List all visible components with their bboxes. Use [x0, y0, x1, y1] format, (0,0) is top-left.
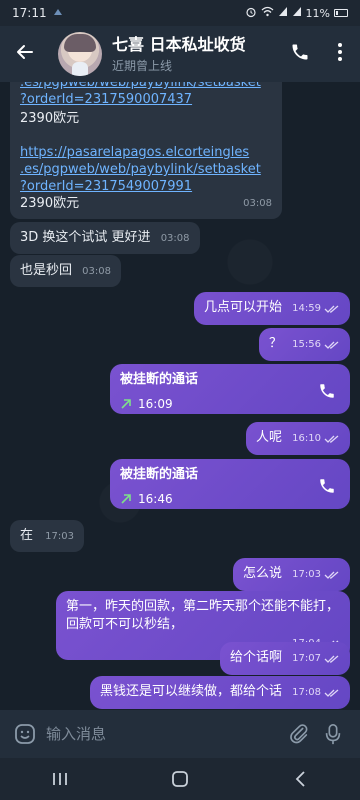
- message-time: 16:10: [292, 433, 321, 444]
- message-text: 也是秒回: [20, 263, 73, 278]
- battery-level: 11%: [305, 6, 330, 20]
- emoji-button[interactable]: [10, 719, 40, 749]
- alarm-icon: [245, 6, 257, 21]
- signal-icon: [292, 6, 302, 20]
- message-outgoing[interactable]: 怎么说 17:03: [233, 558, 350, 591]
- message-meta: 17:08: [292, 684, 340, 702]
- payment-link[interactable]: https://pasarelapagos.elcorteingles .es/…: [20, 144, 272, 195]
- chat-status: 近期曾上线: [112, 58, 173, 73]
- message-meta: 17:03: [292, 566, 340, 584]
- home-icon: [172, 771, 188, 787]
- chat-title: 七喜 日本私址收货: [112, 34, 246, 54]
- message-incoming[interactable]: .es/pgpweb/web/paybylink/setbasket ?orde…: [10, 82, 282, 219]
- message-time: 03:08: [243, 198, 272, 209]
- more-vertical-icon: [337, 42, 343, 66]
- signal-icon: [278, 6, 288, 20]
- message-text: 怎么说: [243, 566, 283, 581]
- message-input-bar: [0, 710, 360, 758]
- double-check-icon: [324, 571, 339, 579]
- back-button[interactable]: [0, 26, 50, 82]
- message-text: 给个话啊: [230, 650, 283, 665]
- payment-link[interactable]: .es/pgpweb/web/paybylink/setbasket ?orde…: [20, 82, 272, 108]
- nav-back-icon: [295, 771, 305, 787]
- call-button[interactable]: [280, 26, 320, 82]
- message-incoming[interactable]: 在 17:03: [10, 520, 84, 552]
- double-check-icon: [324, 305, 339, 313]
- message-time: 17:03: [45, 531, 74, 542]
- message-incoming[interactable]: 3D 换这个试试 更好进 03:08: [10, 222, 200, 254]
- voice-button[interactable]: [316, 717, 350, 751]
- microphone-icon: [325, 724, 341, 745]
- message-text: 在: [20, 528, 34, 543]
- message-time: 17:03: [292, 569, 321, 580]
- double-check-icon: [324, 341, 339, 349]
- home-button[interactable]: [150, 758, 210, 800]
- avatar[interactable]: [58, 32, 102, 76]
- message-meta: 15:56: [292, 336, 340, 354]
- attach-button[interactable]: [282, 717, 316, 751]
- chat-messages[interactable]: .es/pgpweb/web/paybylink/setbasket ?orde…: [0, 82, 360, 710]
- call-info: 16:09: [120, 395, 340, 413]
- call-title: 被挂断的通话: [120, 467, 199, 482]
- paperclip-icon: [290, 724, 308, 744]
- message-time: 14:59: [292, 303, 321, 314]
- outgoing-arrow-icon: [121, 399, 131, 409]
- phone-icon: [320, 479, 334, 493]
- message-outgoing[interactable]: 几点可以开始 14:59: [194, 292, 350, 325]
- phone-icon: [290, 42, 310, 66]
- message-input[interactable]: [40, 714, 282, 754]
- message-text: 2390欧元: [20, 111, 80, 126]
- nav-back-button[interactable]: [270, 758, 330, 800]
- phone-icon: [320, 384, 334, 398]
- call-info: 16:46: [120, 490, 340, 508]
- call-time: 16:09: [138, 397, 173, 411]
- double-check-icon: [324, 689, 339, 697]
- chat-title-area[interactable]: 七喜 日本私址收货 近期曾上线: [112, 35, 280, 74]
- call-back-button[interactable]: [318, 382, 336, 406]
- message-text: ？: [269, 336, 283, 351]
- battery-icon: [334, 9, 348, 17]
- outgoing-arrow-icon: [121, 494, 131, 504]
- recent-apps-button[interactable]: [30, 758, 90, 800]
- double-check-icon: [324, 655, 339, 663]
- message-meta: 16:10: [292, 430, 340, 448]
- wifi-icon: [261, 6, 274, 20]
- notification-icon: [53, 7, 63, 20]
- call-back-button[interactable]: [318, 477, 336, 501]
- message-meta: 17:07: [292, 650, 340, 668]
- message-time: 03:08: [82, 266, 111, 277]
- system-nav-bar: [0, 758, 360, 800]
- message-text: 3D 换这个试试 更好进: [20, 230, 151, 245]
- message-outgoing[interactable]: 给个话啊 17:07: [220, 642, 350, 675]
- double-check-icon: [324, 435, 339, 443]
- message-text: 2390欧元: [20, 196, 80, 211]
- call-time: 16:46: [138, 492, 173, 506]
- emoji-icon: [15, 724, 35, 744]
- call-message[interactable]: 被挂断的通话 16:09: [110, 364, 350, 414]
- message-outgoing[interactable]: 人呢 16:10: [246, 422, 350, 455]
- message-text: 黑钱还是可以继续做，都给个话: [100, 684, 283, 699]
- status-right-icons: 11%: [245, 6, 348, 21]
- message-time: 17:07: [292, 653, 321, 664]
- call-title: 被挂断的通话: [120, 372, 199, 387]
- chat-header: 七喜 日本私址收货 近期曾上线: [0, 26, 360, 82]
- message-meta: 14:59: [292, 300, 340, 318]
- message-time: 15:56: [292, 339, 321, 350]
- message-text: 第一，昨天的回款，第二昨天那个还能不能打，回款可不可以秒结，: [66, 599, 340, 632]
- message-time: 17:08: [292, 687, 321, 698]
- message-time: 03:08: [160, 233, 190, 244]
- message-outgoing[interactable]: 黑钱还是可以继续做，都给个话 17:08: [90, 676, 350, 709]
- arrow-left-icon: [15, 42, 35, 66]
- message-outgoing[interactable]: ？ 15:56: [259, 328, 350, 361]
- status-time: 17:11: [12, 6, 47, 20]
- message-text: 人呢: [256, 430, 283, 445]
- more-button[interactable]: [320, 26, 360, 82]
- recent-apps-icon: [53, 773, 67, 785]
- status-bar: 17:11 11%: [0, 0, 360, 26]
- message-incoming[interactable]: 也是秒回 03:08: [10, 255, 121, 287]
- call-message[interactable]: 被挂断的通话 16:46: [110, 459, 350, 509]
- message-text: 几点可以开始: [204, 300, 283, 315]
